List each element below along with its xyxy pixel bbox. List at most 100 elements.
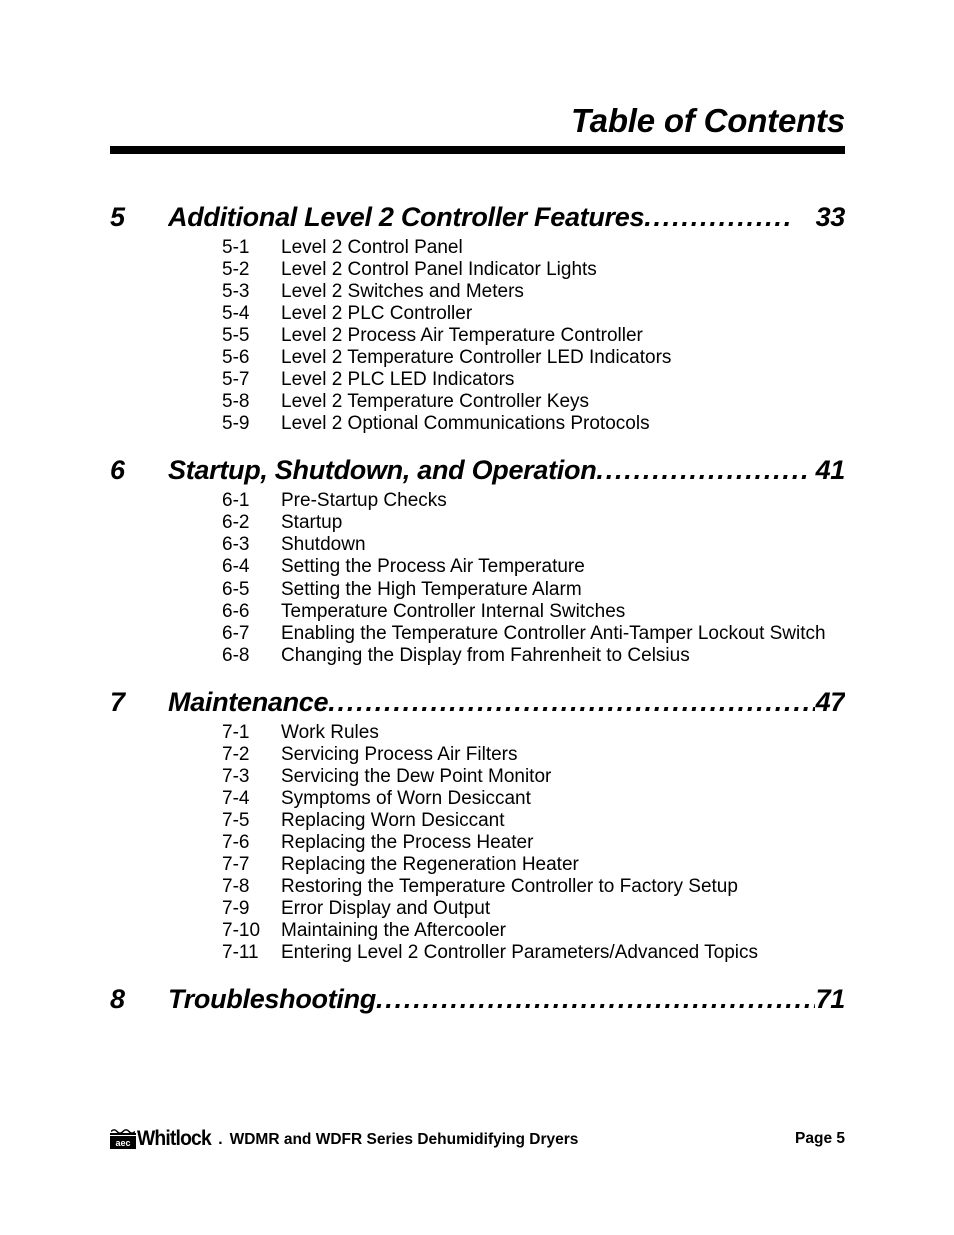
toc-chapter-title: Troubleshooting bbox=[168, 984, 376, 1015]
toc-subitem[interactable]: 6-2 Startup bbox=[110, 512, 845, 534]
toc-subitem[interactable]: 6-1 Pre-Startup Checks bbox=[110, 490, 845, 512]
toc-subitem[interactable]: 5-4 Level 2 PLC Controller bbox=[110, 303, 845, 325]
toc-subitem-number: 6-4 bbox=[222, 556, 250, 578]
toc-subitem[interactable]: 6-8 Changing the Display from Fahrenheit … bbox=[110, 645, 845, 667]
toc-dot-leader: ........................................… bbox=[375, 984, 815, 1015]
toc-subitem-number: 5-4 bbox=[222, 303, 250, 325]
toc-subitem[interactable]: 5-2 Level 2 Control Panel Indicator Light… bbox=[110, 259, 845, 281]
toc-subitem-label: Changing the Display from Fahrenheit to … bbox=[281, 644, 690, 666]
toc-subitem-label: Servicing the Dew Point Monitor bbox=[281, 765, 552, 787]
toc-subitem[interactable]: 5-5 Level 2 Process Air Temperature Contr… bbox=[110, 325, 845, 347]
toc-subitem[interactable]: 5-9 Level 2 Optional Communications Proto… bbox=[110, 413, 845, 435]
toc-subitem[interactable]: 6-4 Setting the Process Air Temperature bbox=[110, 556, 845, 578]
toc-section-gap bbox=[110, 667, 845, 687]
toc-chapter-title: Startup, Shutdown, and Operation bbox=[168, 455, 597, 486]
toc-subitem-label: Enabling the Temperature Controller Anti… bbox=[281, 622, 826, 644]
toc-subitem-label: Entering Level 2 Controller Parameters/A… bbox=[281, 941, 759, 963]
toc-subitem-label: Pre-Startup Checks bbox=[281, 490, 447, 512]
toc-subitem-number: 6-3 bbox=[222, 534, 250, 556]
toc-subitem[interactable]: 7-6 Replacing the Process Heater bbox=[110, 832, 845, 854]
toc-subitem[interactable]: 7-11 Entering Level 2 Controller Paramete… bbox=[110, 942, 845, 964]
toc-dot-leader: ....................... bbox=[596, 455, 811, 486]
toc-chapter-number: 5 bbox=[110, 202, 125, 232]
toc-subitem[interactable]: 5-6 Level 2 Temperature Controller LED In… bbox=[110, 347, 845, 369]
toc-chapter: 7 Maintenance............................… bbox=[110, 687, 845, 984]
toc-dot-leader: ........................................… bbox=[328, 686, 814, 717]
toc-chapter-entry[interactable]: 6 Startup, Shutdown, and Operation.......… bbox=[110, 455, 845, 486]
toc-subitem-label: Setting the Process Air Temperature bbox=[281, 556, 585, 578]
toc-subitem-number: 5-1 bbox=[222, 237, 250, 259]
toc-subitem[interactable]: 6-3 Shutdown bbox=[110, 534, 845, 556]
toc-subitem-number: 7-11 bbox=[222, 941, 259, 963]
toc-subitem-label: Level 2 Control Panel bbox=[281, 237, 463, 259]
toc-subitem[interactable]: 5-3 Level 2 Switches and Meters bbox=[110, 281, 845, 303]
toc-subitem-label: Replacing the Regeneration Heater bbox=[281, 853, 579, 875]
toc-subitem-label: Error Display and Output bbox=[281, 897, 491, 919]
toc-chapter-title-row: Additional Level 2 Controller Features..… bbox=[168, 202, 845, 233]
toc-dot-leader: ................ bbox=[644, 202, 794, 232]
toc-subitem-label: Level 2 Temperature Controller Keys bbox=[281, 391, 590, 413]
toc-chapter-title-row: Maintenance.............................… bbox=[168, 687, 845, 718]
aec-logo-icon: aec bbox=[110, 1128, 136, 1149]
toc-subitem-number: 7-2 bbox=[222, 743, 250, 765]
toc-chapter-page-number: 71 bbox=[815, 984, 845, 1015]
aec-whitlock-logo: aec Whitlock . bbox=[110, 1128, 223, 1149]
toc-subitem[interactable]: 7-5 Replacing Worn Desiccant bbox=[110, 810, 845, 832]
toc-chapter: 5 Additional Level 2 Controller Features.… bbox=[110, 202, 845, 455]
toc-subitem-list: 6-1 Pre-Startup Checks 6-2 Startup 6-3 Shutdo… bbox=[110, 490, 845, 666]
toc-subitem[interactable]: 5-1 Level 2 Control Panel bbox=[110, 237, 845, 259]
page-footer: aec Whitlock . WDMR and WDFR Series Dehu… bbox=[110, 1128, 845, 1149]
toc-subitem-label: Level 2 Control Panel Indicator Lights bbox=[281, 259, 597, 281]
toc-subitem[interactable]: 7-3 Servicing the Dew Point Monitor bbox=[110, 766, 845, 788]
toc-chapter-entry[interactable]: 8 Troubleshooting........................… bbox=[110, 984, 845, 1015]
toc-subitem-label: Level 2 PLC Controller bbox=[281, 303, 473, 325]
toc-subitem[interactable]: 7-1 Work Rules bbox=[110, 722, 845, 744]
toc-subitem[interactable]: 5-8 Level 2 Temperature Controller Keys bbox=[110, 391, 845, 413]
toc-chapter-page-number: 47 bbox=[815, 686, 845, 717]
toc-chapter-page-number: 33 bbox=[815, 202, 845, 232]
page-title: Table of Contents bbox=[570, 102, 845, 139]
toc-subitem[interactable]: 6-5 Setting the High Temperature Alarm bbox=[110, 579, 845, 601]
footer-page-number: Page 5 bbox=[795, 1129, 845, 1147]
toc-subitem-label: Replacing Worn Desiccant bbox=[281, 809, 505, 831]
whitlock-wordmark: Whitlock bbox=[137, 1127, 212, 1151]
toc-subitem-label: Setting the High Temperature Alarm bbox=[281, 578, 582, 600]
toc-subitem[interactable]: 7-10 Maintaining the Aftercooler bbox=[110, 920, 845, 942]
toc-chapter-entry[interactable]: 5 Additional Level 2 Controller Features.… bbox=[110, 202, 845, 233]
toc-subitem[interactable]: 7-2 Servicing Process Air Filters bbox=[110, 744, 845, 766]
toc-subitem[interactable]: 7-8 Restoring the Temperature Controller … bbox=[110, 876, 845, 898]
toc-subitem[interactable]: 7-9 Error Display and Output bbox=[110, 898, 845, 920]
toc-subitem-number: 5-3 bbox=[222, 281, 250, 303]
toc-subitem-label: Servicing Process Air Filters bbox=[281, 743, 518, 765]
toc-subitem-number: 6-8 bbox=[222, 644, 250, 666]
document-page: Table of Contents 5 Additional Level 2 Co… bbox=[0, 0, 954, 1235]
toc-chapter-entry[interactable]: 7 Maintenance............................… bbox=[110, 687, 845, 718]
toc-subitem-label: Shutdown bbox=[281, 534, 366, 556]
toc-subitem-number: 7-1 bbox=[222, 721, 250, 743]
toc-subitem-label: Level 2 Optional Communications Protocol… bbox=[281, 413, 650, 435]
toc-chapter-title-row: Startup, Shutdown, and Operation........… bbox=[168, 455, 845, 486]
table-of-contents: 5 Additional Level 2 Controller Features.… bbox=[110, 202, 845, 1017]
toc-chapter-title: Maintenance bbox=[168, 686, 329, 717]
toc-subitem-number: 6-2 bbox=[222, 512, 250, 534]
toc-subitem-number: 6-6 bbox=[222, 600, 250, 622]
toc-subitem[interactable]: 6-7 Enabling the Temperature Controller A… bbox=[110, 623, 845, 645]
toc-subitem-number: 6-7 bbox=[222, 622, 250, 644]
logo-trademark-dot: . bbox=[218, 1131, 223, 1148]
toc-subitem-number: 7-9 bbox=[222, 897, 250, 919]
toc-subitem-label: Level 2 Switches and Meters bbox=[281, 281, 524, 303]
toc-chapter: 6 Startup, Shutdown, and Operation.......… bbox=[110, 455, 845, 686]
toc-subitem-label: Restoring the Temperature Controller to … bbox=[281, 875, 738, 897]
toc-subitem[interactable]: 7-4 Symptoms of Worn Desiccant bbox=[110, 788, 845, 810]
toc-subitem-label: Level 2 Process Air Temperature Controll… bbox=[281, 325, 643, 347]
toc-subitem-list: 7-1 Work Rules 7-2 Servicing Process Air Fi… bbox=[110, 722, 845, 964]
toc-subitem[interactable]: 6-6 Temperature Controller Internal Switc… bbox=[110, 601, 845, 623]
toc-subitem[interactable]: 5-7 Level 2 PLC LED Indicators bbox=[110, 369, 845, 391]
toc-subitem-number: 5-8 bbox=[222, 391, 250, 413]
toc-subitem[interactable]: 7-7 Replacing the Regeneration Heater bbox=[110, 854, 845, 876]
toc-section-gap bbox=[110, 964, 845, 984]
page-header: Table of Contents bbox=[110, 104, 845, 154]
toc-subitem-label: Level 2 Temperature Controller LED Indic… bbox=[281, 347, 672, 369]
toc-subitem-number: 6-1 bbox=[222, 490, 250, 512]
toc-subitem-number: 7-4 bbox=[222, 787, 250, 809]
